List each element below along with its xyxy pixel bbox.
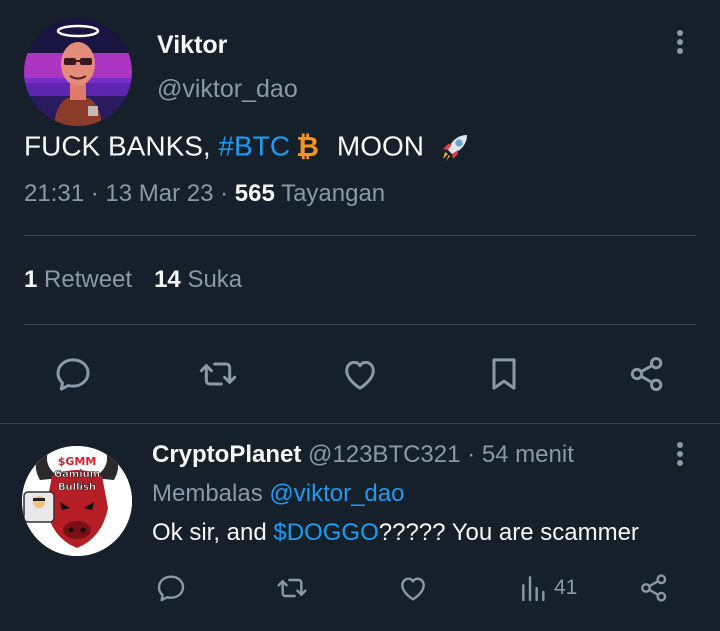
divider (24, 324, 696, 325)
tweet-text-suffix: MOON (336, 130, 424, 162)
retweet-label: Retweet (37, 266, 133, 293)
author-handle[interactable]: @viktor_dao (157, 75, 298, 104)
tweet-time[interactable]: 21:31 (24, 180, 84, 207)
reply-text: Ok sir, and $DOGGO????? You are scammer (152, 519, 639, 547)
reply-author-name[interactable]: CryptoPlanet (152, 441, 301, 468)
retweet-icon[interactable] (276, 570, 308, 606)
replying-handle-link[interactable]: @viktor_dao (269, 480, 404, 507)
reply-avatar-text-bottom: Bullish (58, 482, 96, 493)
tweet-text: FUCK BANKS, #BTC ₿ MOON (24, 129, 472, 164)
rocket-emoji-icon (438, 130, 472, 164)
reply-header: CryptoPlanet @123BTC321 · 54 menit (152, 441, 574, 469)
reply-icon[interactable] (155, 570, 187, 606)
views-button[interactable]: 41 (518, 570, 577, 606)
reply-avatar-text-top: $GMM (58, 455, 97, 468)
heart-icon[interactable] (338, 352, 382, 396)
analytics-icon (522, 576, 545, 602)
share-icon[interactable] (625, 352, 669, 396)
share-icon[interactable] (638, 570, 670, 606)
heart-icon[interactable] (397, 570, 429, 606)
replying-prefix: Membalas (152, 480, 270, 507)
more-vertical-icon[interactable] (668, 440, 692, 470)
views-count: 565 (234, 180, 275, 207)
retweet-count: 1 (24, 266, 38, 293)
hashtag-link[interactable]: #BTC (218, 131, 290, 162)
divider (24, 235, 696, 236)
replying-to: Membalas @viktor_dao (152, 480, 404, 508)
meta-separator: · (213, 180, 235, 207)
author-name[interactable]: Viktor (157, 31, 227, 60)
retweet-icon[interactable] (196, 352, 240, 396)
retweets-link[interactable]: 1 Retweet (24, 266, 132, 293)
views-label: Tayangan (274, 180, 386, 207)
reply-author-handle[interactable]: @123BTC321 (301, 441, 460, 468)
tweet-text-prefix: FUCK BANKS, (24, 130, 219, 162)
main-tweet: Viktor @viktor_dao FUCK BANKS, #BTC ₿ MOON… (0, 0, 720, 424)
like-label: Suka (180, 266, 243, 293)
author-avatar[interactable] (24, 18, 132, 126)
tweet-date[interactable]: 13 Mar 23 (105, 180, 213, 207)
more-vertical-icon[interactable] (668, 28, 692, 58)
reply-avatar-text-mid: Gamium (54, 469, 100, 480)
meta-separator: · (84, 180, 106, 207)
bitcoin-symbol-icon: ₿ (296, 130, 319, 162)
meta-separator: · (460, 441, 482, 468)
reply-views-count: 41 (554, 576, 578, 599)
engagement-stats: 1 Retweet 14 Suka (24, 266, 242, 294)
like-count: 14 (154, 266, 181, 293)
reply-text-prefix: Ok sir, and (152, 519, 274, 546)
tweet-meta: 21:31 · 13 Mar 23 · 565 Tayangan (24, 180, 385, 208)
reply-time[interactable]: 54 menit (482, 441, 574, 468)
bookmark-icon[interactable] (482, 352, 526, 396)
reply-icon[interactable] (51, 352, 95, 396)
likes-link[interactable]: 14 Suka (154, 266, 242, 293)
reply-author-avatar[interactable]: $GMM Gamium Bullish (22, 446, 132, 556)
section-divider (0, 423, 720, 424)
reply-text-suffix: ????? You are scammer (378, 519, 639, 546)
cashtag-link[interactable]: $DOGGO (273, 519, 378, 546)
